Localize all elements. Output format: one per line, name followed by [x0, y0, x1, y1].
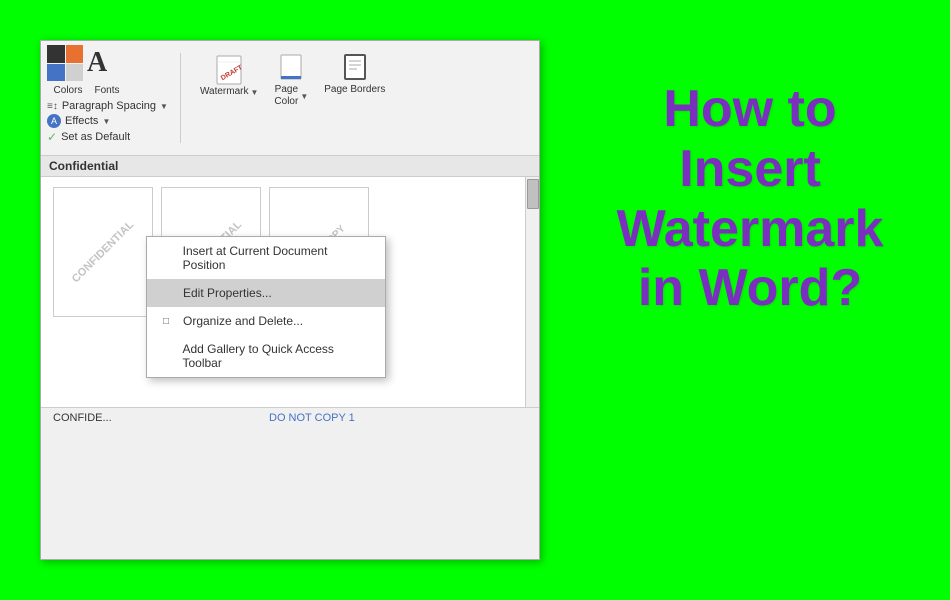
paragraph-spacing-button[interactable]: ≡↕ Paragraph Spacing ▼	[47, 100, 168, 112]
paragraph-spacing-label: Paragraph Spacing	[62, 100, 156, 112]
title-text: How to Insert Watermark in Word?	[590, 80, 910, 319]
color-swatch-orange	[66, 45, 84, 63]
context-menu-item-insert[interactable]: Insert at Current Document Position	[147, 237, 385, 279]
title-line1: How to	[663, 80, 836, 138]
context-menu-item-edit[interactable]: Edit Properties...	[147, 279, 385, 307]
context-menu-edit-label: Edit Properties...	[183, 286, 272, 300]
paragraph-spacing-dropdown-icon: ▼	[160, 102, 168, 111]
ribbon: A Colors Fonts ≡↕ Paragraph Spacing ▼ A …	[41, 41, 539, 156]
context-menu: Insert at Current Document Position Edit…	[146, 236, 386, 378]
context-menu-organize-label: Organize and Delete...	[183, 314, 303, 328]
colors-label[interactable]: Colors	[49, 85, 87, 96]
ribbon-right-section: DRAFT Watermark ▼ PageColor ▼	[193, 45, 392, 113]
checkmark-icon: ✓	[47, 130, 57, 144]
watermark-button[interactable]: DRAFT Watermark ▼	[193, 49, 265, 103]
gallery-item-1[interactable]: CONFIDENTIAL	[53, 187, 153, 317]
effects-button[interactable]: A Effects ▼	[47, 114, 168, 128]
page-color-button[interactable]: PageColor ▼	[267, 49, 315, 113]
colors-fonts-row: A	[47, 45, 168, 81]
effects-dropdown-icon: ▼	[102, 117, 110, 126]
page-label-2	[161, 412, 261, 424]
font-a-icon: A	[87, 49, 107, 77]
ribbon-separator	[180, 53, 181, 143]
fonts-label[interactable]: Fonts	[89, 85, 125, 96]
page-label-1: CONFIDE...	[53, 412, 153, 424]
watermark-text-1: CONFIDENTIAL	[70, 219, 136, 285]
context-menu-item-organize[interactable]: □ Organize and Delete...	[147, 307, 385, 335]
ribbon-options: ≡↕ Paragraph Spacing ▼ A Effects ▼ ✓ Set…	[47, 100, 168, 144]
watermark-dropdown-icon: ▼	[250, 88, 258, 97]
context-menu-item-add-gallery[interactable]: Add Gallery to Quick Access Toolbar	[147, 335, 385, 377]
watermark-label: Watermark	[200, 86, 249, 98]
color-swatch-blue	[47, 64, 65, 82]
color-swatch-light	[66, 64, 84, 82]
page-color-label: PageColor	[274, 84, 298, 108]
page-label-3: DO NOT COPY 1	[269, 412, 369, 424]
watermark-icon: DRAFT	[215, 54, 243, 86]
ribbon-col-labels: Colors Fonts	[49, 85, 168, 96]
page-borders-icon	[343, 54, 367, 84]
context-menu-insert-label: Insert at Current Document Position	[183, 244, 369, 272]
title-line2: Insert	[679, 140, 821, 198]
color-swatch[interactable]	[47, 45, 83, 81]
paragraph-spacing-icon: ≡↕	[47, 101, 58, 112]
set-as-default-label: Set as Default	[61, 131, 130, 143]
color-swatch-dark	[47, 45, 65, 63]
title-line3: Watermark	[617, 200, 884, 258]
gallery-page-labels: CONFIDE... DO NOT COPY 1	[41, 407, 539, 428]
ribbon-left-section: A Colors Fonts ≡↕ Paragraph Spacing ▼ A …	[47, 45, 168, 144]
page-borders-button[interactable]: Page Borders	[317, 49, 392, 101]
page-label-text-3: DO NOT COPY 1	[269, 412, 355, 424]
page-color-dropdown-icon: ▼	[300, 92, 308, 101]
gallery-header-text: Confidential	[49, 159, 118, 173]
page-label-text-1: CONFIDE...	[53, 412, 112, 424]
set-as-default-button[interactable]: ✓ Set as Default	[47, 130, 168, 144]
title-area: How to Insert Watermark in Word?	[590, 80, 910, 319]
organize-icon: □	[163, 316, 177, 327]
scrollbar-thumb	[527, 179, 539, 209]
context-menu-add-gallery-label: Add Gallery to Quick Access Toolbar	[182, 342, 369, 370]
effects-label: Effects	[65, 115, 98, 127]
effects-circle-icon: A	[47, 114, 61, 128]
gallery-header: Confidential	[41, 156, 539, 177]
title-line4: in Word?	[638, 259, 862, 317]
word-panel: A Colors Fonts ≡↕ Paragraph Spacing ▼ A …	[40, 40, 540, 560]
page-borders-label: Page Borders	[324, 84, 385, 96]
gallery-scrollbar[interactable]	[525, 177, 539, 407]
page-color-icon	[279, 54, 303, 84]
